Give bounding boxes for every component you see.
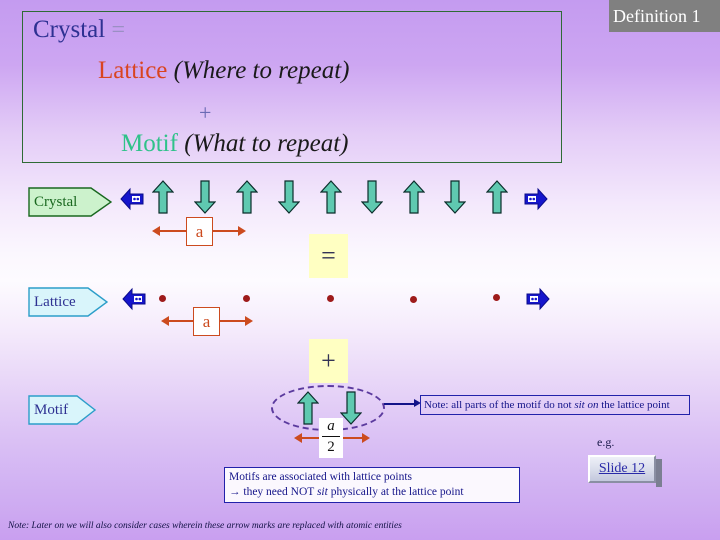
note-connector-line bbox=[384, 403, 416, 405]
equation-equals-sign: = bbox=[111, 17, 126, 43]
dimension-arrowhead-right-lattice bbox=[245, 316, 253, 326]
spin-arrow-down-1 bbox=[193, 180, 217, 214]
equation-crystal-word: Crystal bbox=[33, 16, 106, 43]
row-banner-lattice-label: Lattice bbox=[34, 294, 76, 310]
slide-link-label[interactable]: Slide 12 bbox=[599, 461, 645, 477]
equation-lattice-line: Lattice (Where to repeat) bbox=[98, 57, 350, 85]
note-text-italic: sit on bbox=[574, 399, 599, 411]
equation-motif-line: Motif (What to repeat) bbox=[121, 130, 349, 158]
title-equation-box: Crystal = Lattice (Where to repeat) + Mo… bbox=[22, 11, 562, 163]
info-line2-before: → they need NOT bbox=[229, 486, 317, 498]
spin-arrow-up-1 bbox=[151, 180, 175, 214]
info-line2-after: physically at the lattice point bbox=[327, 486, 464, 498]
spin-arrow-up-3 bbox=[319, 180, 343, 214]
dimension-arrowhead-left-motif bbox=[294, 433, 302, 443]
motif-spin-arrow-up bbox=[296, 391, 320, 425]
nav-arrow-left-lattice[interactable] bbox=[122, 285, 146, 313]
fraction-numerator: a bbox=[327, 418, 335, 434]
dimension-label-motif-a-over-2: a 2 bbox=[319, 418, 343, 458]
lattice-point-5 bbox=[493, 294, 500, 301]
note-text-after: the lattice point bbox=[598, 399, 670, 411]
slide-button-shadow bbox=[656, 459, 662, 487]
info-line-1: Motifs are associated with lattice point… bbox=[229, 471, 412, 483]
slide-canvas: Definition 1 Crystal = Lattice (Where to… bbox=[0, 0, 720, 540]
lattice-point-2 bbox=[243, 295, 250, 302]
row-banner-lattice: Lattice bbox=[28, 283, 108, 321]
spin-arrow-up-5 bbox=[485, 180, 509, 214]
motif-spin-arrow-down bbox=[339, 391, 363, 425]
slide-link-button[interactable]: Slide 12 bbox=[588, 455, 656, 483]
row-banner-crystal-label: Crystal bbox=[34, 194, 78, 210]
equation-plus-sign: + bbox=[199, 100, 212, 125]
fraction-bar bbox=[322, 436, 340, 437]
nav-arrow-left-crystal[interactable] bbox=[120, 185, 144, 213]
dimension-arrowhead-right-crystal bbox=[238, 226, 246, 236]
nav-arrow-right-crystal[interactable] bbox=[524, 185, 548, 213]
row-banner-crystal: Crystal bbox=[28, 183, 112, 221]
dimension-arrowhead-left-lattice bbox=[161, 316, 169, 326]
spin-arrow-down-3 bbox=[360, 180, 384, 214]
row-banner-motif-label: Motif bbox=[34, 402, 69, 418]
fraction-denominator: 2 bbox=[327, 439, 335, 455]
note-text-before: Note: all parts of the motif do not bbox=[424, 399, 575, 411]
spin-arrow-down-2 bbox=[277, 180, 301, 214]
dimension-label-lattice-a: a bbox=[193, 307, 220, 336]
dimension-arrowhead-right-motif bbox=[362, 433, 370, 443]
info-line-2: → they need NOT sit physically at the la… bbox=[229, 485, 515, 500]
spin-arrow-down-4 bbox=[443, 180, 467, 214]
definition-banner: Definition 1 bbox=[609, 0, 720, 32]
equation-motif-paren: (What to repeat) bbox=[184, 130, 349, 157]
example-label: e.g. bbox=[597, 435, 615, 449]
footer-note: Note: Later on we will also consider cas… bbox=[8, 521, 402, 531]
dimension-label-crystal-a: a bbox=[186, 217, 213, 246]
operator-equals-box: = bbox=[309, 234, 348, 278]
note-callout-box: Note: all parts of the motif do not sit … bbox=[420, 395, 690, 415]
nav-arrow-right-lattice[interactable] bbox=[526, 285, 550, 313]
lattice-point-4 bbox=[410, 296, 417, 303]
equation-lattice-word: Lattice bbox=[98, 57, 168, 84]
equation-motif-word: Motif bbox=[121, 130, 178, 157]
spin-arrow-up-2 bbox=[235, 180, 259, 214]
operator-plus-box: + bbox=[309, 339, 348, 383]
lattice-point-1 bbox=[159, 295, 166, 302]
lattice-point-3 bbox=[327, 295, 334, 302]
equation-crystal-line: Crystal = bbox=[33, 16, 125, 44]
info-line2-italic: sit bbox=[316, 486, 328, 498]
row-banner-motif: Motif bbox=[28, 391, 96, 429]
equation-lattice-paren: (Where to repeat) bbox=[173, 57, 350, 84]
spin-arrow-up-4 bbox=[402, 180, 426, 214]
dimension-arrowhead-left-crystal bbox=[152, 226, 160, 236]
info-callout-box: Motifs are associated with lattice point… bbox=[224, 467, 520, 503]
